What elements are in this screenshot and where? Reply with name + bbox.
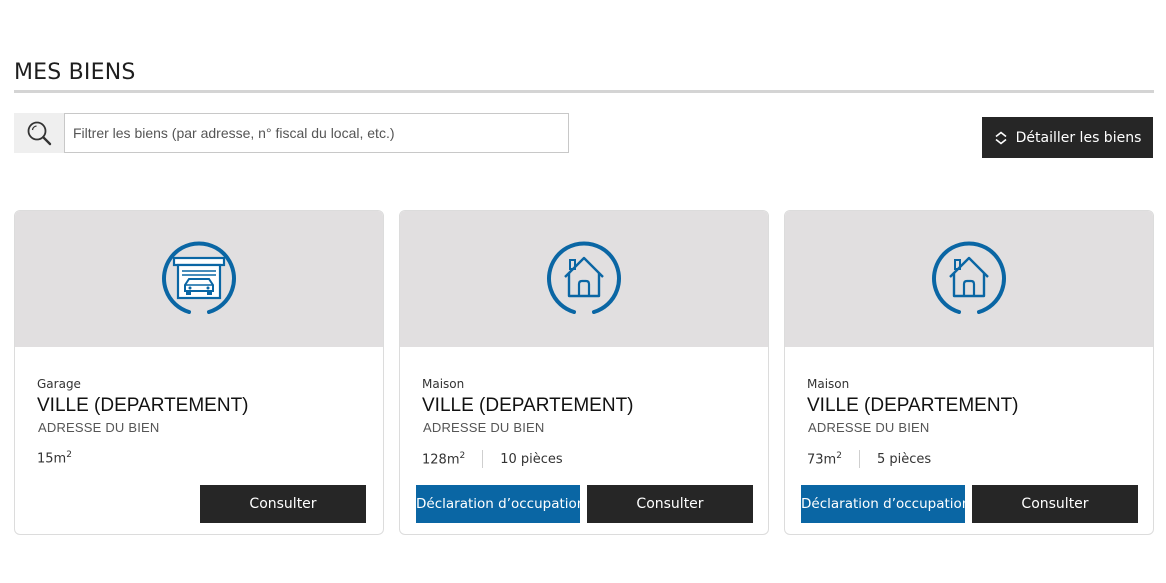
- property-card: Maison VILLE (DEPARTEMENT) ADRESSE DU BI…: [784, 210, 1154, 535]
- property-area: 15m2: [37, 450, 72, 467]
- detail-properties-label: Détailler les biens: [1015, 129, 1142, 146]
- property-type: Garage: [37, 377, 81, 391]
- garage-icon: [162, 241, 236, 314]
- search-button[interactable]: [14, 113, 64, 153]
- property-meta: 128m2 10 pièces: [422, 450, 563, 468]
- property-address: ADRESSE DU BIEN: [38, 420, 160, 435]
- declare-occupation-button[interactable]: Déclaration d’occupation: [416, 485, 585, 523]
- property-card: Maison VILLE (DEPARTEMENT) ADRESSE DU BI…: [399, 210, 769, 535]
- meta-divider: [482, 450, 484, 468]
- property-area: 128m2: [422, 450, 466, 468]
- property-type: Maison: [422, 377, 465, 391]
- property-image: [400, 211, 768, 347]
- property-area: 73m2: [807, 450, 842, 468]
- detail-properties-button[interactable]: Détailler les biens: [982, 117, 1153, 158]
- house-icon: [547, 241, 621, 314]
- consult-button[interactable]: Consulter: [972, 485, 1138, 523]
- property-city: VILLE (DEPARTEMENT): [807, 395, 1019, 416]
- declare-occupation-button[interactable]: Déclaration d’occupation: [801, 485, 970, 523]
- search-input[interactable]: [64, 113, 569, 153]
- property-address: ADRESSE DU BIEN: [423, 420, 545, 435]
- property-city: VILLE (DEPARTEMENT): [37, 395, 249, 416]
- page-title: MES BIENS: [14, 60, 136, 85]
- property-rooms: 10 pièces: [500, 451, 563, 467]
- property-address: ADRESSE DU BIEN: [808, 420, 930, 435]
- property-image: [15, 211, 383, 347]
- property-meta: 15m2: [37, 450, 72, 466]
- search-icon: [27, 121, 52, 146]
- property-meta: 73m2 5 pièces: [807, 450, 931, 468]
- consult-button[interactable]: Consulter: [200, 485, 366, 523]
- property-type: Maison: [807, 377, 850, 391]
- property-city: VILLE (DEPARTEMENT): [422, 395, 634, 416]
- meta-divider: [858, 450, 860, 468]
- consult-button[interactable]: Consulter: [587, 485, 753, 523]
- chevron-up-down-icon: [995, 130, 1007, 145]
- title-divider: [14, 90, 1154, 93]
- property-image: [785, 211, 1153, 347]
- property-rooms: 5 pièces: [876, 451, 932, 467]
- property-card: Garage VILLE (DEPARTEMENT) ADRESSE DU BI…: [14, 210, 384, 535]
- house-icon: [932, 241, 1006, 314]
